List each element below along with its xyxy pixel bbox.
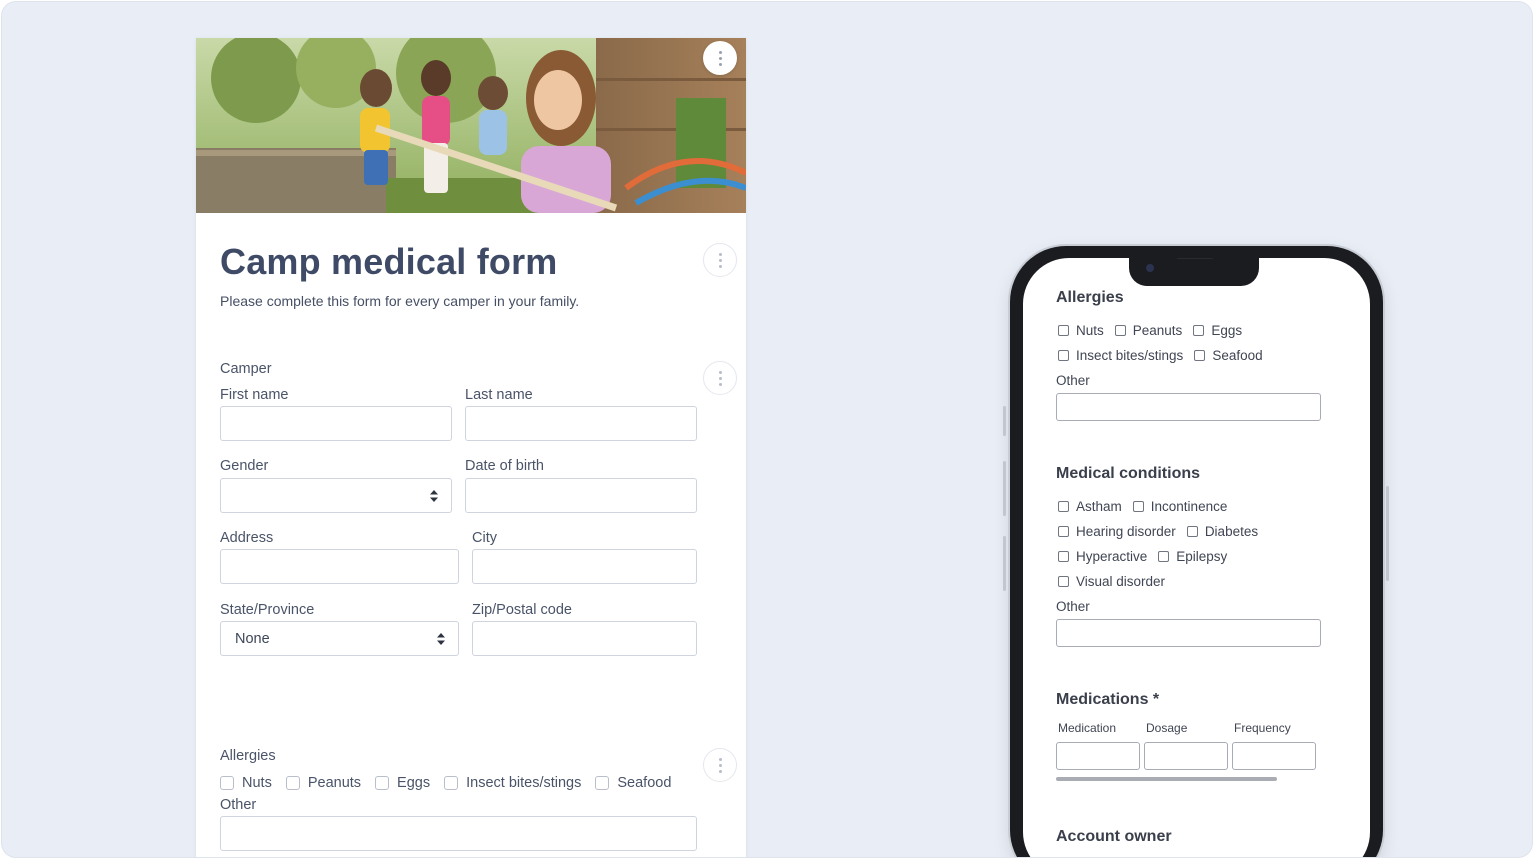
camera-icon: [1146, 264, 1154, 272]
phone-screen: Allergies Nuts Peanuts Eggs Insect bites…: [1023, 258, 1370, 857]
allergies-other-field[interactable]: [220, 816, 697, 851]
checkbox-icon[interactable]: [1186, 526, 1198, 537]
dosage-column-header: Dosage: [1146, 721, 1188, 735]
frequency-field[interactable]: [1232, 742, 1316, 770]
checkbox-icon[interactable]: [1058, 551, 1069, 562]
mobile-allergy-insect-bites[interactable]: Insect bites/stings: [1058, 348, 1183, 363]
select-arrows-icon: [437, 633, 445, 645]
zip-field[interactable]: [472, 621, 697, 656]
mobile-conditions-other-label: Other: [1056, 599, 1090, 614]
checkbox-icon[interactable]: [1058, 325, 1069, 336]
speaker-grille: [1176, 258, 1214, 259]
allergy-option-seafood[interactable]: Seafood: [595, 775, 671, 791]
medication-column-header: Medication: [1058, 721, 1117, 735]
mobile-conditions-row-3: Hyperactive Epilepsy: [1058, 549, 1238, 564]
page-background: Camp medical form Please complete this f…: [2, 2, 1532, 857]
dosage-field[interactable]: [1144, 742, 1228, 770]
medication-field[interactable]: [1056, 742, 1140, 770]
mobile-condition-astham[interactable]: Astham: [1058, 499, 1122, 514]
date-of-birth-field[interactable]: [465, 478, 697, 513]
mobile-allergy-seafood[interactable]: Seafood: [1194, 348, 1263, 363]
checkbox-icon[interactable]: [1058, 350, 1069, 361]
header-image: [196, 38, 746, 213]
mobile-allergies-row-2: Insect bites/stings Seafood: [1058, 348, 1274, 363]
allergies-menu-kebab-icon[interactable]: [703, 748, 737, 782]
mobile-conditions-row-4: Visual disorder: [1058, 574, 1176, 589]
allergy-option-nuts[interactable]: Nuts: [220, 775, 272, 791]
camper-menu-kebab-icon[interactable]: [703, 361, 737, 395]
checkbox-icon[interactable]: [285, 776, 300, 790]
allergies-other-label: Other: [220, 797, 257, 813]
mobile-conditions-row-2: Hearing disorder Diabetes: [1058, 524, 1269, 539]
last-name-field[interactable]: [465, 406, 697, 441]
checkbox-icon[interactable]: [1194, 350, 1206, 361]
city-field[interactable]: [472, 549, 697, 584]
checkbox-icon[interactable]: [444, 776, 459, 790]
state-select[interactable]: None: [220, 621, 459, 656]
address-field[interactable]: [220, 549, 459, 584]
mobile-condition-epilepsy[interactable]: Epilepsy: [1158, 549, 1227, 564]
allergies-options: Nuts Peanuts Eggs Insect bites/stings Se…: [220, 775, 685, 791]
mobile-medical-conditions-heading: Medical conditions: [1056, 465, 1201, 482]
phone-mockup: Allergies Nuts Peanuts Eggs Insect bites…: [1003, 246, 1389, 857]
address-label: Address: [220, 530, 274, 546]
medications-scrollbar[interactable]: [1056, 777, 1277, 781]
mobile-allergies-other-field[interactable]: [1056, 393, 1321, 421]
mobile-allergy-nuts[interactable]: Nuts: [1058, 323, 1104, 338]
phone-button: [1003, 536, 1006, 591]
zip-label: Zip/Postal code: [472, 602, 572, 618]
phone-notch: [1129, 258, 1259, 286]
city-label: City: [472, 530, 497, 546]
mobile-allergy-eggs[interactable]: Eggs: [1193, 323, 1242, 338]
phone-button: [1386, 486, 1389, 581]
checkbox-icon[interactable]: [1058, 526, 1069, 537]
mobile-conditions-row-1: Astham Incontinence: [1058, 499, 1238, 514]
checkbox-icon[interactable]: [1058, 576, 1069, 587]
mobile-condition-hyperactive[interactable]: Hyperactive: [1058, 549, 1147, 564]
mobile-allergies-other-label: Other: [1056, 373, 1090, 388]
state-label: State/Province: [220, 602, 315, 618]
phone-button: [1003, 461, 1006, 516]
mobile-condition-hearing-disorder[interactable]: Hearing disorder: [1058, 524, 1176, 539]
select-arrows-icon: [430, 490, 438, 502]
mobile-condition-incontinence[interactable]: Incontinence: [1132, 499, 1227, 514]
gender-select[interactable]: [220, 478, 452, 513]
gender-label: Gender: [220, 458, 269, 474]
mobile-medications-heading: Medications *: [1056, 691, 1160, 708]
allergy-option-eggs[interactable]: Eggs: [375, 775, 430, 791]
form-card: Camp medical form Please complete this f…: [196, 38, 746, 857]
checkbox-icon[interactable]: [1132, 501, 1144, 512]
allergy-option-peanuts[interactable]: Peanuts: [285, 775, 361, 791]
mobile-conditions-other-field[interactable]: [1056, 619, 1321, 647]
checkbox-icon[interactable]: [1058, 501, 1069, 512]
mobile-condition-visual-disorder[interactable]: Visual disorder: [1058, 574, 1165, 589]
checkbox-icon[interactable]: [220, 776, 234, 790]
mobile-allergies-row-1: Nuts Peanuts Eggs: [1058, 323, 1253, 338]
mobile-account-owner-heading: Account owner: [1056, 828, 1172, 845]
page-subtitle: Please complete this form for every camp…: [220, 293, 580, 309]
page-title: Camp medical form: [220, 241, 558, 282]
state-select-value: None: [235, 631, 270, 647]
checkbox-icon[interactable]: [1158, 551, 1170, 562]
frequency-column-header: Frequency: [1234, 721, 1291, 735]
title-menu-kebab-icon[interactable]: [703, 243, 737, 277]
date-of-birth-label: Date of birth: [465, 458, 544, 474]
header-image-menu-kebab-icon[interactable]: [703, 41, 737, 75]
first-name-field[interactable]: [220, 406, 452, 441]
mobile-condition-diabetes[interactable]: Diabetes: [1186, 524, 1258, 539]
allergy-option-insect-bites[interactable]: Insect bites/stings: [444, 775, 581, 791]
phone-button: [1003, 406, 1006, 436]
mobile-allergies-heading: Allergies: [1056, 289, 1124, 306]
mobile-allergy-peanuts[interactable]: Peanuts: [1114, 323, 1182, 338]
checkbox-icon[interactable]: [1114, 325, 1126, 336]
checkbox-icon[interactable]: [1193, 325, 1205, 336]
first-name-label: First name: [220, 387, 289, 403]
checkbox-icon[interactable]: [595, 776, 610, 790]
camper-section-label: Camper: [220, 361, 272, 377]
checkbox-icon[interactable]: [375, 776, 390, 790]
allergies-label: Allergies: [220, 748, 276, 764]
last-name-label: Last name: [465, 387, 533, 403]
